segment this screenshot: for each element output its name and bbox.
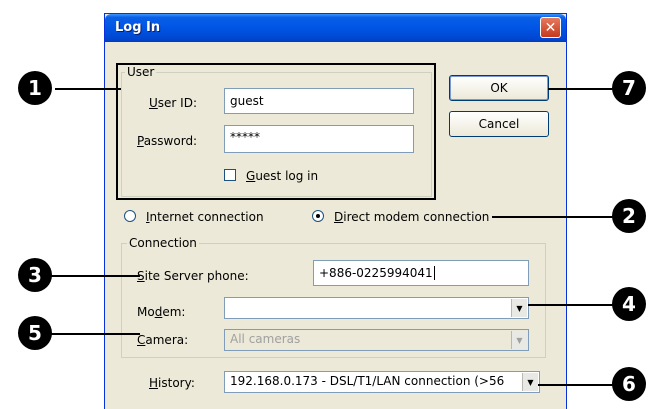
callout-4: 4: [612, 287, 646, 321]
user-id-value: guest: [230, 94, 264, 108]
internet-connection-label: Internet connection: [146, 210, 264, 224]
callout-2-leader: [492, 216, 614, 218]
direct-modem-connection-radio[interactable]: [312, 210, 324, 222]
user-id-label: User ID:: [149, 96, 198, 110]
callout-6-leader: [538, 384, 618, 386]
guest-login-checkbox[interactable]: [224, 169, 236, 181]
chevron-down-icon[interactable]: ▼: [511, 299, 527, 317]
chevron-down-icon: ▼: [511, 331, 527, 349]
user-group-legend: User: [125, 65, 157, 79]
camera-dropdown: All cameras ▼: [224, 329, 529, 351]
history-value: 192.168.0.173 - DSL/T1/LAN connection (>…: [230, 374, 505, 388]
history-label: History:: [149, 376, 195, 390]
site-server-phone-value: +886-0225994041: [319, 266, 433, 280]
dialog-title: Log In: [115, 20, 161, 35]
direct-modem-connection-label: Direct modem connection: [334, 210, 490, 224]
user-id-input[interactable]: guest: [224, 88, 414, 114]
password-value: *****: [230, 130, 260, 144]
guest-login-label: Guest log in: [246, 169, 319, 183]
site-server-phone-input[interactable]: +886-0225994041: [313, 260, 529, 286]
password-input[interactable]: *****: [224, 125, 414, 153]
close-icon: ✕: [544, 19, 557, 36]
callout-5: 5: [18, 316, 52, 350]
callout-3: 3: [18, 258, 52, 292]
modem-label: Modem:: [137, 305, 186, 319]
callout-7: 7: [612, 71, 646, 105]
text-cursor: [433, 266, 435, 280]
modem-dropdown[interactable]: ▼: [224, 297, 529, 319]
callout-2: 2: [612, 199, 646, 233]
callout-7-leader: [548, 88, 614, 90]
callout-6: 6: [612, 367, 646, 401]
chevron-down-icon[interactable]: ▼: [522, 373, 538, 391]
callout-1-leader: [55, 88, 121, 90]
login-dialog: Log In ✕ User User ID: guest Password: *…: [104, 13, 567, 409]
password-label: Password:: [137, 134, 198, 148]
callout-4-leader: [528, 304, 618, 306]
site-server-phone-label: Site Server phone:: [137, 269, 249, 283]
camera-value: All cameras: [230, 332, 301, 346]
camera-label: Camera:: [137, 333, 189, 347]
close-button[interactable]: ✕: [540, 17, 561, 38]
cancel-label: Cancel: [478, 117, 520, 131]
title-bar[interactable]: Log In ✕: [105, 14, 566, 42]
cancel-button[interactable]: Cancel: [449, 111, 549, 137]
internet-connection-radio[interactable]: [124, 210, 136, 222]
callout-1: 1: [18, 71, 52, 105]
connection-group-legend: Connection: [127, 236, 199, 250]
history-dropdown[interactable]: 192.168.0.173 - DSL/T1/LAN connection (>…: [224, 371, 540, 393]
ok-label: OK: [490, 81, 508, 95]
ok-button[interactable]: OK: [449, 75, 549, 101]
